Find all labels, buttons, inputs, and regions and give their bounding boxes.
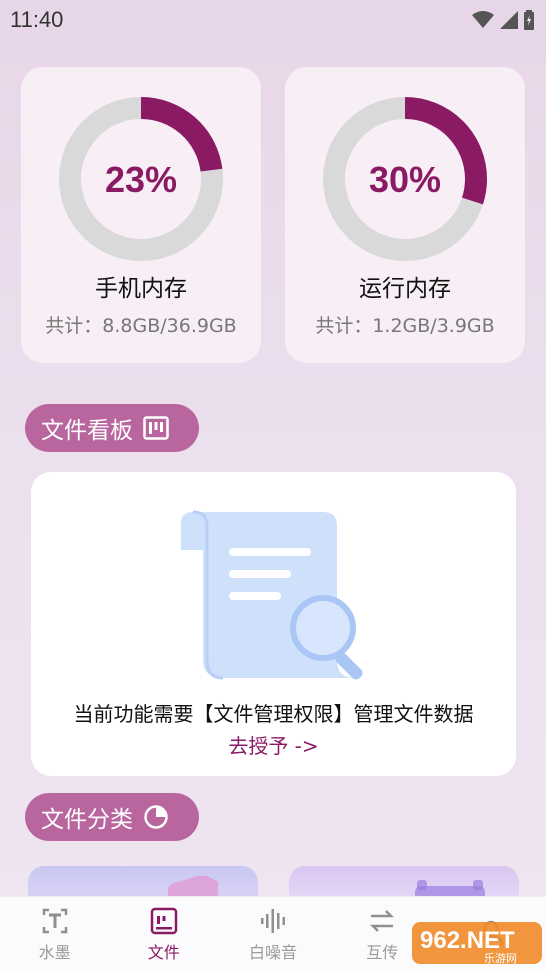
signal-icon [500,11,518,29]
file-board-title: 文件看板 [41,418,133,444]
nav-label-white-noise: 白噪音 [249,942,298,962]
phone-memory-title: 手机内存 [95,276,187,302]
ram-memory-detail: 共计：1.2GB/3.9GB [315,315,495,337]
phone-memory-card[interactable]: 23% 手机内存 共计：8.8GB/36.9GB [21,67,261,363]
svg-text:962.NET: 962.NET [420,927,515,954]
grant-permission-link[interactable]: 去授予 -> [31,730,516,759]
status-bar: 11:40 [0,0,546,40]
nav-label-files: 文件 [147,942,180,962]
svg-text:乐游网: 乐游网 [484,952,517,965]
ram-memory-card[interactable]: 30% 运行内存 共计：1.2GB/3.9GB [285,67,525,363]
site-watermark-logo: 962.NET 乐游网 [412,922,542,965]
sound-wave-icon [259,907,287,935]
wifi-icon [472,11,494,28]
nav-item-files[interactable]: 文件 [109,897,218,972]
nav-label-transfer: 互传 [366,942,399,962]
file-board-header: 文件看板 [25,404,199,452]
file-category-header: 文件分类 [25,793,199,841]
permission-panel: 当前功能需要【文件管理权限】管理文件数据 去授予 -> [31,472,516,776]
file-board-icon [150,907,178,935]
nav-label-ink: 水墨 [38,942,71,962]
ram-memory-title: 运行内存 [359,276,451,302]
text-icon [41,907,69,935]
document-search-illustration [181,510,363,680]
file-category-title: 文件分类 [41,807,133,833]
nav-item-ink[interactable]: 水墨 [0,897,109,972]
ram-memory-percent: 30% [368,159,442,200]
status-time: 11:40 [10,7,64,32]
phone-memory-percent: 23% [104,159,178,200]
kanban-icon [143,416,169,440]
transfer-icon [368,907,396,935]
pie-chart-icon [144,805,168,829]
permission-message: 当前功能需要【文件管理权限】管理文件数据 [73,702,474,726]
phone-memory-detail: 共计：8.8GB/36.9GB [45,315,237,337]
status-icons [472,10,534,30]
battery-icon [524,10,534,30]
nav-item-white-noise[interactable]: 白噪音 [218,897,327,972]
